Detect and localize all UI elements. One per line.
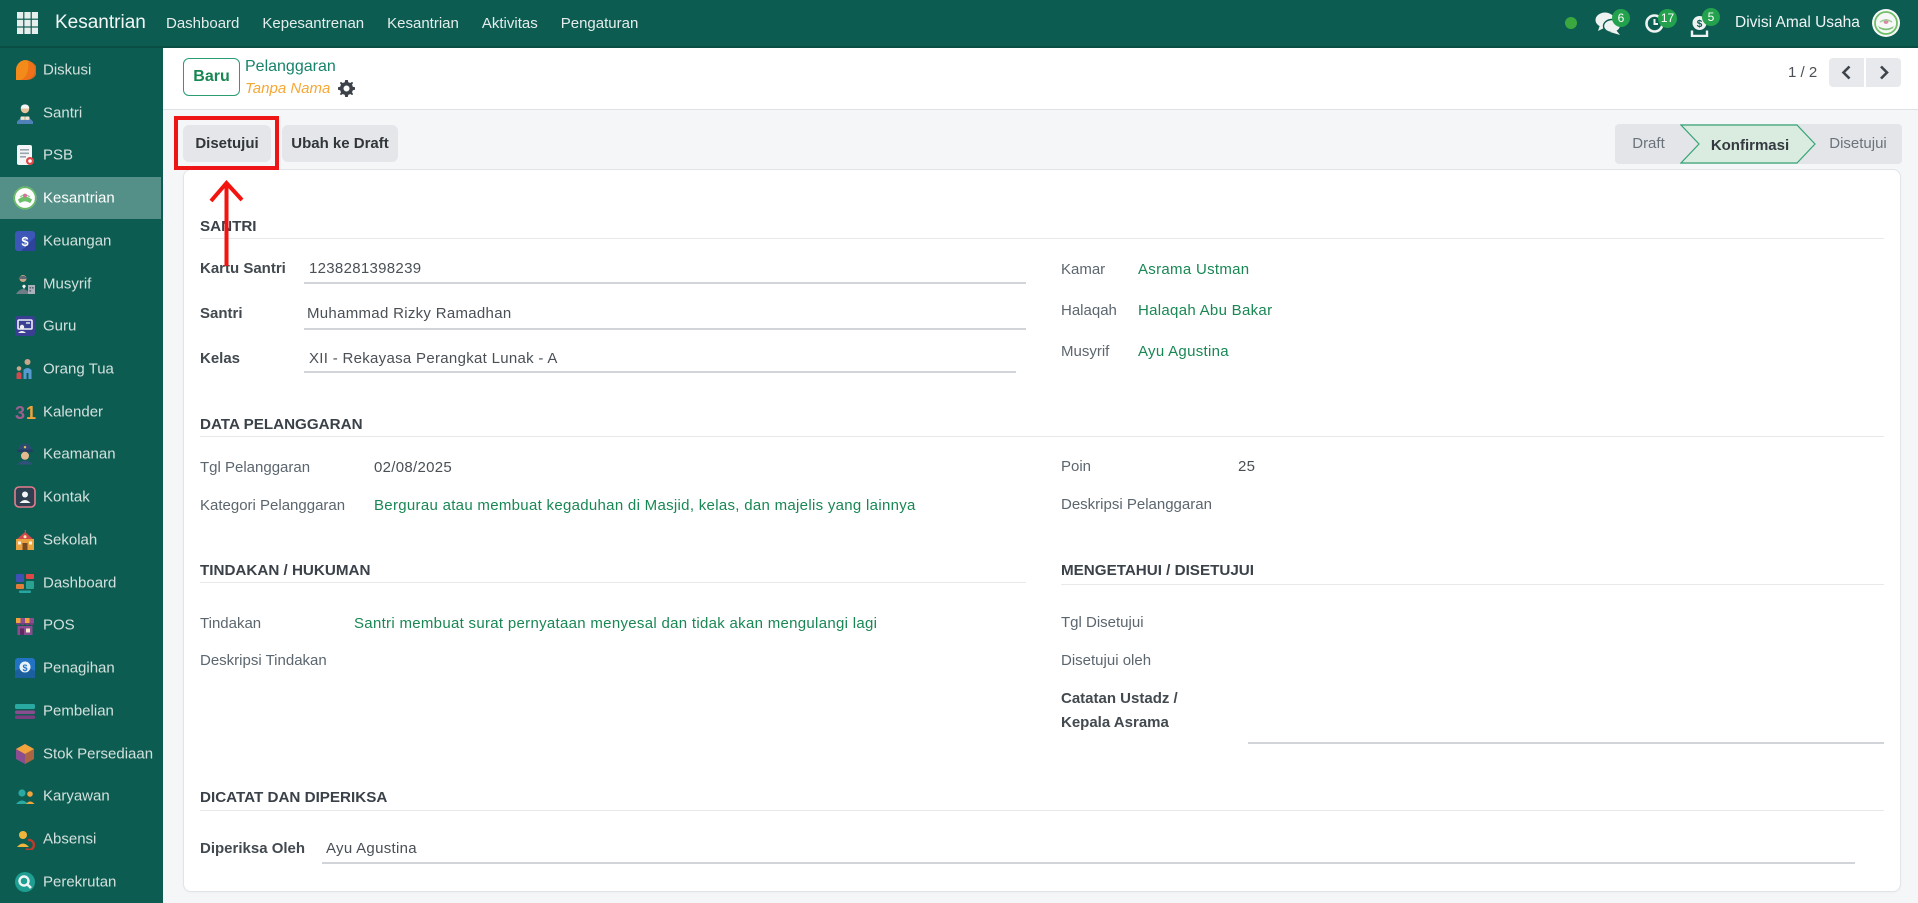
svg-text:3: 3 (15, 403, 25, 423)
svg-text:$: $ (22, 663, 27, 673)
svg-text:1: 1 (26, 403, 36, 423)
svg-text:Konfirmasi: Konfirmasi (1711, 137, 1789, 154)
svg-text:$: $ (21, 234, 29, 249)
